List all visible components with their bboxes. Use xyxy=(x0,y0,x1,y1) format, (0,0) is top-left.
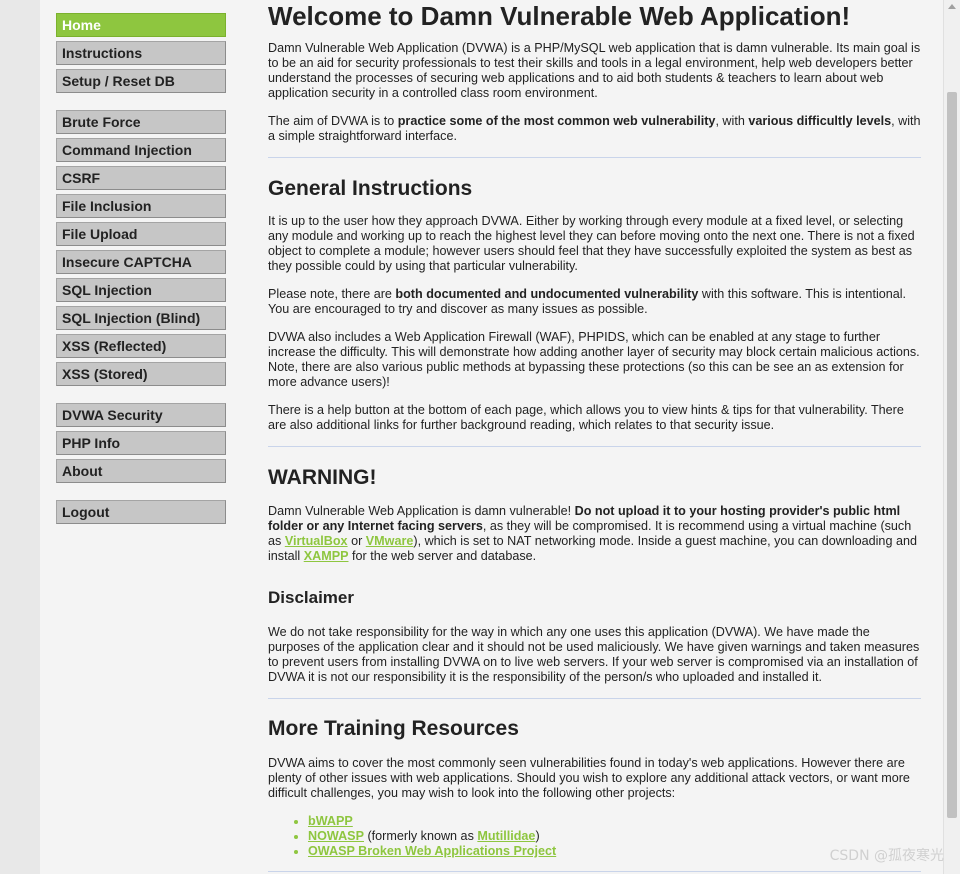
general-p2-bold: both documented and undocumented vulnera… xyxy=(395,287,699,301)
nowasp-text-1: (formerly known as xyxy=(363,829,478,843)
menu-item-xss-reflected[interactable]: XSS (Reflected) xyxy=(56,334,226,358)
menu-item-instructions[interactable]: Instructions xyxy=(56,41,226,65)
menu-group-main: Home Instructions Setup / Reset DB xyxy=(56,13,226,93)
menu-item-about[interactable]: About xyxy=(56,459,226,483)
general-paragraph-4: There is a help button at the bottom of … xyxy=(268,403,904,432)
page-title: Welcome to Damn Vulnerable Web Applicati… xyxy=(268,1,851,31)
divider xyxy=(268,446,921,447)
main-content: Welcome to Damn Vulnerable Web Applicati… xyxy=(268,0,921,872)
menu-item-file-inclusion[interactable]: File Inclusion xyxy=(56,194,226,218)
menu-item-dvwa-security[interactable]: DVWA Security xyxy=(56,403,226,427)
list-item: bWAPP xyxy=(308,814,921,829)
general-paragraph-2: Please note, there are both documented a… xyxy=(268,287,921,317)
menu-group-logout: Logout xyxy=(56,500,226,524)
link-nowasp[interactable]: NOWASP xyxy=(308,829,364,843)
link-owasp-bwa[interactable]: OWASP Broken Web Applications Project xyxy=(308,844,556,858)
watermark: CSDN @孤夜寒光 xyxy=(829,848,944,864)
disclaimer-paragraph: We do not take responsibility for the wa… xyxy=(268,625,920,684)
menu-item-insecure-captcha[interactable]: Insecure CAPTCHA xyxy=(56,250,226,274)
general-paragraph-1: It is up to the user how they approach D… xyxy=(268,214,915,273)
aim-bold-1: practice some of the most common web vul… xyxy=(397,114,716,128)
warning-paragraph: Damn Vulnerable Web Application is damn … xyxy=(268,504,921,564)
menu-item-home[interactable]: Home xyxy=(56,13,226,37)
menu-item-csrf[interactable]: CSRF xyxy=(56,166,226,190)
divider xyxy=(268,157,921,158)
warning-text-5: for the web server and database. xyxy=(348,549,537,563)
disclaimer-heading: Disclaimer xyxy=(268,588,354,607)
aim-bold-2: various difficultly levels xyxy=(748,114,892,128)
link-mutillidae[interactable]: Mutillidae xyxy=(477,829,535,843)
menu-item-php-info[interactable]: PHP Info xyxy=(56,431,226,455)
warning-heading: WARNING! xyxy=(268,466,377,489)
menu-item-sql-injection[interactable]: SQL Injection xyxy=(56,278,226,302)
warning-text-3: or xyxy=(347,534,366,548)
general-instructions-heading: General Instructions xyxy=(268,177,473,200)
link-vmware[interactable]: VMware xyxy=(366,534,414,548)
link-virtualbox[interactable]: VirtualBox xyxy=(285,534,348,548)
warning-text-1: Damn Vulnerable Web Application is damn … xyxy=(268,504,575,518)
menu-group-vulnerabilities: Brute Force Command Injection CSRF File … xyxy=(56,110,226,386)
list-item: NOWASP (formerly known as Mutillidae) xyxy=(308,829,921,844)
aim-text-2: , with xyxy=(715,114,749,128)
aim-paragraph: The aim of DVWA is to practice some of t… xyxy=(268,114,921,144)
general-p2-text-1: Please note, there are xyxy=(268,287,396,301)
menu-item-sql-injection-blind[interactable]: SQL Injection (Blind) xyxy=(56,306,226,330)
menu-group-settings: DVWA Security PHP Info About xyxy=(56,403,226,483)
aim-text-1: The aim of DVWA is to xyxy=(268,114,398,128)
general-paragraph-3: DVWA also includes a Web Application Fir… xyxy=(268,330,920,389)
vertical-scrollbar[interactable] xyxy=(943,0,960,874)
resources-heading: More Training Resources xyxy=(268,717,519,740)
menu-item-brute-force[interactable]: Brute Force xyxy=(56,110,226,134)
link-bwapp[interactable]: bWAPP xyxy=(308,814,353,828)
link-xampp[interactable]: XAMPP xyxy=(304,549,349,563)
nowasp-text-2: ) xyxy=(535,829,540,843)
menu-item-setup-reset-db[interactable]: Setup / Reset DB xyxy=(56,69,226,93)
sidebar-menu: Home Instructions Setup / Reset DB Brute… xyxy=(56,13,226,541)
menu-item-command-injection[interactable]: Command Injection xyxy=(56,138,226,162)
menu-item-logout[interactable]: Logout xyxy=(56,500,226,524)
scroll-up-arrow-icon[interactable] xyxy=(948,4,956,9)
intro-paragraph: Damn Vulnerable Web Application (DVWA) i… xyxy=(268,41,921,100)
divider xyxy=(268,698,921,699)
resources-paragraph: DVWA aims to cover the most commonly see… xyxy=(268,756,910,800)
scrollbar-thumb[interactable] xyxy=(947,92,957,818)
menu-item-xss-stored[interactable]: XSS (Stored) xyxy=(56,362,226,386)
divider xyxy=(268,871,921,872)
menu-item-file-upload[interactable]: File Upload xyxy=(56,222,226,246)
resources-list: bWAPP NOWASP (formerly known as Mutillid… xyxy=(268,814,921,859)
